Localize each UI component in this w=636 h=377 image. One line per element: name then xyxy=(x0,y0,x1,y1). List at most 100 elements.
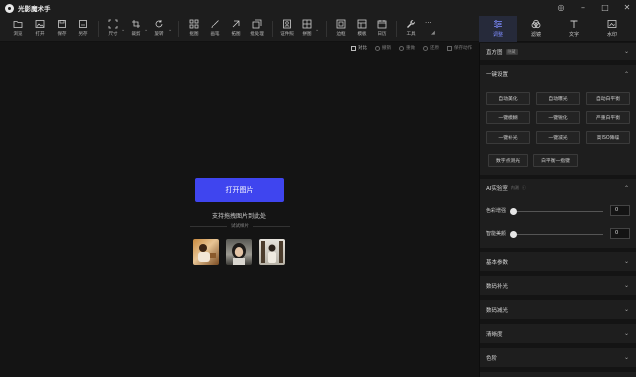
minimize-button[interactable]: – xyxy=(578,0,588,16)
divider-line xyxy=(190,225,227,227)
auto-white-balance-button[interactable]: 自动白平衡 xyxy=(586,92,630,105)
color-enhance-knob[interactable] xyxy=(510,208,517,215)
auto-exposure-button[interactable]: 自动曝光 xyxy=(536,92,580,105)
sample-photo-2[interactable] xyxy=(226,239,252,265)
color-enhance-value[interactable]: 0 xyxy=(610,205,630,216)
image-open-icon xyxy=(35,20,45,28)
clarity-header[interactable]: 清晰度 ⌄ xyxy=(480,324,636,344)
filter-icon xyxy=(531,19,541,29)
compare-toggle[interactable]: 对比 xyxy=(351,45,367,51)
feedback-icon[interactable]: ◎ xyxy=(556,0,566,16)
save-button[interactable]: 保存 xyxy=(52,17,72,41)
calendar-icon xyxy=(377,20,387,29)
spot-metering-button[interactable]: 数字点测光 xyxy=(488,154,528,167)
color-enhance-track[interactable] xyxy=(513,211,603,212)
one-click-blur-button[interactable]: 一键模糊 xyxy=(486,111,530,124)
watermark-icon xyxy=(607,20,617,28)
open-image-button[interactable]: 打开图片 xyxy=(195,178,284,202)
one-click-sharpen-button[interactable]: 一键锐化 xyxy=(536,111,580,124)
save-as-icon xyxy=(79,20,87,28)
tab-filter[interactable]: 滤镜 xyxy=(517,16,555,42)
tab-adjust[interactable]: 调整 xyxy=(479,16,517,42)
fill-light-button[interactable]: 一键补光 xyxy=(486,131,530,144)
calendar-button[interactable]: 日历 xyxy=(372,17,392,41)
info-icon[interactable]: ⓘ xyxy=(522,185,526,191)
brush-button[interactable]: 画笔 xyxy=(205,17,225,41)
expand-button[interactable]: 拓图 xyxy=(226,17,246,41)
sample-photos-label: 试试样片 xyxy=(190,223,290,229)
chevron-up-icon: ⌃ xyxy=(623,184,629,192)
auto-beautify-button[interactable]: 自动美化 xyxy=(486,92,530,105)
sample-photo-3-image xyxy=(261,241,283,263)
tab-watermark[interactable]: 水印 xyxy=(593,16,631,42)
open-button[interactable]: 打开 xyxy=(30,17,50,41)
title-bar: 光影魔术手 ◎ – □ ✕ xyxy=(0,0,636,16)
white-balance-picker-button[interactable]: 白平衡一指键 xyxy=(533,154,578,167)
toolbar-separator xyxy=(326,21,327,37)
digital-reduce-light-header[interactable]: 数码减光 ⌄ xyxy=(480,300,636,320)
reduce-light-button[interactable]: 一键减光 xyxy=(536,131,580,144)
batch-button[interactable]: 批处理 xyxy=(247,17,267,41)
maximize-button[interactable]: □ xyxy=(600,0,610,16)
severe-white-balance-button[interactable]: 严重白平衡 xyxy=(586,111,630,124)
window-controls: ◎ – □ ✕ xyxy=(556,0,632,16)
smart-beauty-track[interactable] xyxy=(513,234,603,235)
sample-photo-1[interactable] xyxy=(193,239,219,265)
chevron-down-icon: ⌄ xyxy=(623,306,629,313)
sample-photo-3[interactable] xyxy=(259,239,285,265)
browse-button[interactable]: 浏览 xyxy=(8,17,28,41)
rotate-button[interactable]: 旋转 xyxy=(149,17,169,41)
tools-button[interactable]: 工具 xyxy=(401,17,421,41)
chevron-down-icon[interactable]: ⌄ xyxy=(144,27,148,33)
text-icon xyxy=(570,20,578,28)
curves-header[interactable]: 曲线 ⌄ xyxy=(480,372,636,377)
restore-button[interactable]: 还原 xyxy=(423,45,439,51)
basic-params-header[interactable]: 基本参数 ⌄ xyxy=(480,252,636,272)
smart-beauty-knob[interactable] xyxy=(510,231,517,238)
tab-text[interactable]: 文字 xyxy=(555,16,593,42)
redo-button[interactable]: 重做 xyxy=(399,45,415,51)
chevron-down-icon[interactable]: ⌄ xyxy=(168,27,172,33)
adjust-panel: 直方图 隐藏 ⌄ 一键设置 ⌃ 自动美化 自动曝光 自动白平衡 一键模糊 一键锐… xyxy=(479,43,636,377)
toolbar-separator xyxy=(98,21,99,37)
digital-fill-light-header[interactable]: 数码补光 ⌄ xyxy=(480,276,636,296)
template-button[interactable]: 模板 xyxy=(352,17,372,41)
app-logo-icon xyxy=(5,3,14,13)
border-button[interactable]: 边框 xyxy=(331,17,351,41)
undo-button[interactable]: 撤销 xyxy=(375,45,391,51)
resize-button[interactable]: 尺寸 xyxy=(103,17,123,41)
high-iso-denoise-button[interactable]: 高ISO降噪 xyxy=(586,131,630,144)
crop-button[interactable]: 裁剪 xyxy=(126,17,146,41)
quick-settings-header[interactable]: 一键设置 ⌃ xyxy=(480,65,636,83)
border-icon xyxy=(336,19,346,29)
levels-header[interactable]: 色阶 ⌄ xyxy=(480,348,636,368)
id-photo-button[interactable]: 证件照 xyxy=(277,17,297,41)
collage-button[interactable]: 拼图 xyxy=(297,17,317,41)
crop-icon xyxy=(132,20,140,28)
brush-icon xyxy=(211,20,219,29)
chevron-down-icon[interactable]: ⌄ xyxy=(315,27,319,33)
canvas-area[interactable]: 对比 撤销 重做 还原 保存动作 打开图片 支持拖拽图片到此处 试试样片 xyxy=(0,43,478,377)
histogram-header[interactable]: 直方图 隐藏 ⌄ xyxy=(480,43,636,61)
expand-icon xyxy=(232,20,240,28)
more-tools-button[interactable]: ··· xyxy=(425,19,432,27)
chevron-up-icon: ⌃ xyxy=(623,70,629,78)
close-button[interactable]: ✕ xyxy=(622,0,632,16)
tools-icon xyxy=(407,20,415,28)
sample-photo-2-image xyxy=(232,243,246,265)
canvas-options-bar: 对比 撤销 重做 还原 保存动作 xyxy=(351,43,478,53)
collage-icon xyxy=(302,19,312,29)
chevron-down-icon[interactable]: ⌄ xyxy=(121,27,125,33)
corner-expand-icon[interactable]: ◢ xyxy=(431,30,435,36)
toolbar-separator xyxy=(396,21,397,37)
save-as-button[interactable]: 另存 xyxy=(73,17,93,41)
histogram-badge[interactable]: 隐藏 xyxy=(505,48,518,55)
save-action-icon xyxy=(447,45,452,51)
smart-beauty-value[interactable]: 0 xyxy=(610,228,630,239)
resize-icon xyxy=(108,19,118,29)
undo-icon xyxy=(375,45,380,51)
id-photo-icon xyxy=(283,19,291,29)
ai-lab-header[interactable]: AI实验室 内测 ⓘ ⌃ xyxy=(480,179,636,197)
cutout-button[interactable]: 抠图 xyxy=(184,17,204,41)
save-action-button[interactable]: 保存动作 xyxy=(447,45,472,51)
